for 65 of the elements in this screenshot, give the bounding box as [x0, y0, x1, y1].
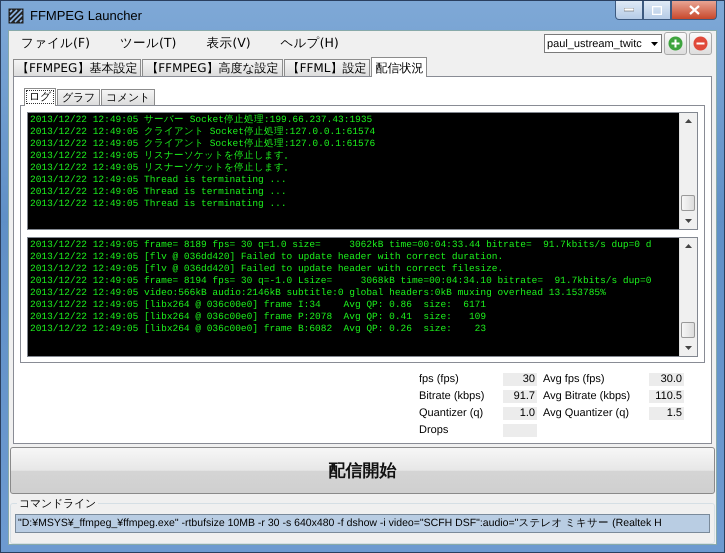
close-button[interactable]: [671, 1, 717, 20]
log-line: 2013/12/22 12:49:05 クライアント Socket停止処理:127.0.0.1:61574: [30, 126, 376, 138]
app-icon: [8, 8, 24, 24]
stat-value: 110.5: [649, 390, 684, 402]
log-line: 2013/12/22 12:49:05 video:566kB audio:2146kB subtitle:0 global headers:0kB muxing overhead 13.153785%: [30, 287, 606, 299]
start-streaming-button[interactable]: 配信開始: [10, 447, 715, 494]
stat-value: 1.0: [503, 406, 537, 420]
scroll-down-arrow-icon[interactable]: [685, 346, 692, 350]
command-line-field[interactable]: "D:¥MSYS¥_ffmpeg_¥ffmpeg.exe" -rtbufsize 10MB -r 30 -s 640x480 -f dshow -i video="SCFH DSF":audio="ステレオ ミキサー (Realtek H: [15, 514, 710, 533]
log-line: 2013/12/22 12:49:05 [libx264 @ 036c00e0] frame P:2078 Avg QP: 0.41 size: 109: [30, 311, 486, 323]
menu-item[interactable]: ヘルプ(H): [272, 33, 347, 54]
stat-value: 30: [503, 372, 537, 386]
scroll-thumb[interactable]: [681, 322, 695, 338]
minus-icon: [693, 36, 708, 51]
log-line: 2013/12/22 12:49:05 Thread is terminating ...: [30, 198, 287, 210]
close-icon: [688, 5, 700, 15]
stat-label: Avg Bitrate (kbps): [542, 389, 632, 404]
stat-value: 30.0: [649, 372, 684, 386]
log-line: 2013/12/22 12:49:05 [flv @ 036dd420] Failed to update header with correct filesize.: [30, 263, 504, 275]
minimize-button[interactable]: [615, 1, 643, 20]
stat-label: Avg Quantizer (q): [542, 406, 630, 421]
log-line: 2013/12/22 12:49:05 [libx264 @ 036c00e0] frame B:6082 Avg QP: 0.26 size: 23: [30, 323, 486, 335]
menu-item[interactable]: ツール(T): [112, 33, 184, 54]
stat-label: Quantizer (q): [419, 406, 484, 421]
scroll-up-arrow-icon[interactable]: [685, 119, 692, 123]
stat-label: Drops: [419, 423, 450, 438]
scroll-thumb[interactable]: [681, 195, 695, 211]
stat-label: fps (fps): [419, 372, 460, 387]
log-line: 2013/12/22 12:49:05 frame= 8194 fps= 30 q=-1.0 Lsize= 3068kB time=00:04:34.10 bitrate= 91.7kbits/s dup=0: [30, 275, 652, 287]
scroll-up-arrow-icon[interactable]: [685, 244, 692, 248]
window-title: FFMPEG Launcher: [30, 8, 142, 23]
menu-item[interactable]: ファイル(F): [13, 33, 98, 54]
maximize-button[interactable]: [643, 1, 671, 20]
log-line: 2013/12/22 12:49:05 リスナーソケットを停止します。: [30, 150, 294, 162]
profile-dropdown[interactable]: paul_ustream_twitc: [544, 34, 662, 53]
stat-label: Bitrate (kbps): [419, 389, 486, 404]
tab[interactable]: 【FFMPEG】高度な設定: [142, 59, 283, 76]
tab[interactable]: ログ: [24, 88, 56, 106]
tab[interactable]: グラフ: [57, 89, 100, 105]
menu-item[interactable]: 表示(V): [198, 33, 259, 54]
plus-icon: [668, 36, 683, 51]
tab[interactable]: 【FFML】設定: [284, 59, 370, 76]
dropdown-arrow-icon: [649, 40, 661, 46]
scrollbar[interactable]: [679, 113, 697, 229]
stat-value: 1.5: [649, 406, 684, 420]
remove-button[interactable]: [689, 32, 712, 55]
log-line: 2013/12/22 12:49:05 リスナーソケットを停止します。: [30, 162, 294, 174]
log-line: 2013/12/22 12:49:05 Thread is terminating ...: [30, 174, 287, 186]
minimize-icon: [624, 8, 634, 12]
log-line: 2013/12/22 12:49:05 [libx264 @ 036c00e0] frame I:34 Avg QP: 0.86 size: 6171: [30, 299, 486, 311]
scroll-down-arrow-icon[interactable]: [685, 219, 692, 223]
tab[interactable]: 配信状況: [371, 57, 428, 77]
log-line: 2013/12/22 12:49:05 [flv @ 036dd420] Failed to update header with correct duration.: [30, 251, 504, 263]
log-line: 2013/12/22 12:49:05 Thread is terminating ...: [30, 186, 287, 198]
tab[interactable]: コメント: [101, 89, 155, 105]
log-line: 2013/12/22 12:49:05 サーバー Socket停止処理:199.66.237.43:1935: [30, 114, 372, 126]
tab[interactable]: 【FFMPEG】基本設定: [13, 59, 142, 76]
maximize-icon: [652, 6, 662, 14]
scrollbar[interactable]: [679, 238, 697, 356]
stat-value: 91.7: [503, 390, 537, 402]
log-line: 2013/12/22 12:49:05 クライアント Socket停止処理:127.0.0.1:61576: [30, 138, 376, 150]
add-button[interactable]: [664, 32, 687, 55]
group-label: コマンドライン: [17, 496, 98, 511]
log-line: 2013/12/22 12:49:05 frame= 8189 fps= 30 q=1.0 size= 3062kB time=00:04:33.44 bitrate= 91.7kbits/s dup=0 d: [30, 239, 652, 251]
stat-label: Avg fps (fps): [542, 372, 606, 387]
